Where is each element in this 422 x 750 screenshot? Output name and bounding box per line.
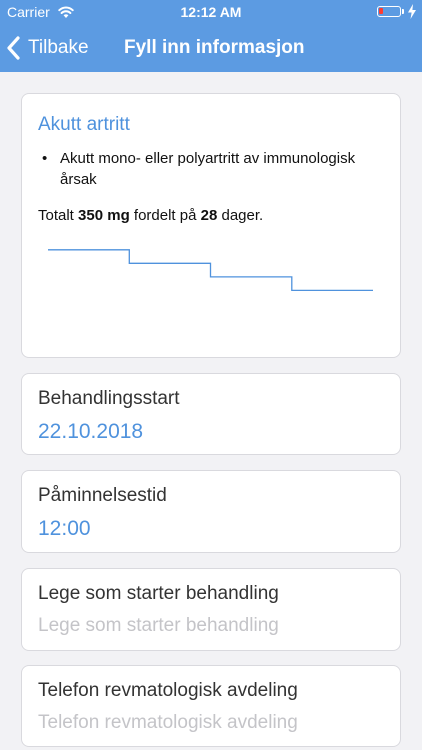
summary-days: 28: [200, 207, 218, 224]
phone-card: Telefon revmatologisk avdeling: [21, 665, 401, 747]
phone-input[interactable]: [36, 709, 390, 737]
treatment-start-label: Behandlingsstart: [38, 388, 180, 409]
status-bar: Carrier 12:12 AM: [0, 0, 422, 24]
battery-tip: [402, 9, 404, 14]
indication-title: Akutt artritt: [38, 114, 130, 135]
list-item: • Akutt mono- eller polyartritt av immun…: [38, 148, 383, 190]
back-button[interactable]: Tilbake: [6, 32, 89, 64]
doctor-label: Lege som starter behandling: [38, 583, 279, 604]
page-title: Fyll inn informasjon: [124, 37, 305, 58]
dose-series-line: [48, 249, 373, 292]
summary-middle: fordelt på: [133, 207, 197, 224]
bullet-dot: •: [42, 150, 48, 167]
charging-bolt-icon: [408, 4, 416, 19]
back-label: Tilbake: [28, 37, 89, 58]
navigation-bar: Tilbake Fyll inn informasjon: [0, 24, 422, 72]
summary-suffix: dager.: [221, 207, 264, 224]
summary-prefix: Totalt: [38, 207, 74, 224]
summary-amount: 350 mg: [78, 207, 130, 224]
bullet-text: Akutt mono- eller polyartritt av immunol…: [60, 150, 356, 188]
battery-icon: [377, 6, 401, 17]
doctor-card: Lege som starter behandling: [21, 568, 401, 651]
treatment-start-value[interactable]: 22.10.2018: [38, 420, 143, 444]
dose-taper-chart: [48, 249, 373, 292]
reminder-time-value[interactable]: 12:00: [38, 517, 91, 541]
dose-summary: Totalt 350 mg fordelt på 28 dager.: [38, 207, 263, 224]
clock: 12:12 AM: [180, 4, 242, 20]
phone-label: Telefon revmatologisk avdeling: [38, 680, 298, 701]
reminder-time-card[interactable]: Påminnelsestid 12:00: [21, 470, 401, 553]
indication-bullet-list: • Akutt mono- eller polyartritt av immun…: [38, 148, 383, 190]
treatment-start-card[interactable]: Behandlingsstart 22.10.2018: [21, 373, 401, 455]
reminder-time-label: Påminnelsestid: [38, 485, 167, 506]
battery-level: [379, 8, 383, 14]
chevron-left-icon: [7, 36, 20, 60]
doctor-input[interactable]: [36, 612, 390, 640]
indication-card: Akutt artritt • Akutt mono- eller polyar…: [21, 93, 401, 358]
